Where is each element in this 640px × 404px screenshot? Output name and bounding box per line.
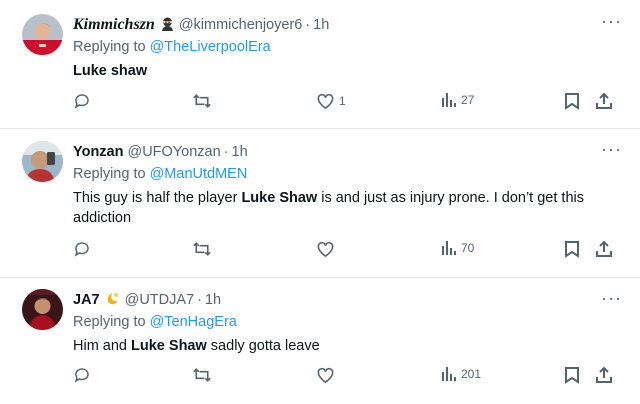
user-handle[interactable]: @UFOYonzan	[127, 144, 220, 160]
more-options-button[interactable]: ···	[601, 289, 622, 307]
tweet-actions: 201	[0, 366, 640, 388]
share-icon	[595, 240, 613, 258]
retweet-icon	[192, 366, 212, 384]
views-count: 201	[461, 367, 482, 381]
views-icon	[441, 366, 457, 382]
share-icon	[595, 92, 613, 110]
display-name[interactable]: Kimmichszn	[73, 16, 155, 34]
retweet-button[interactable]	[192, 366, 212, 384]
retweet-icon	[192, 92, 212, 110]
replying-mention-link[interactable]: @TenHagEra	[150, 314, 237, 330]
reply-icon	[73, 366, 91, 384]
star-emoji-icon	[105, 291, 121, 310]
replying-label: Replying to	[73, 314, 150, 330]
tweet-header: JA7 @UTDJA7 · 1h	[73, 290, 618, 310]
tweet-3: JA7 @UTDJA7 · 1h Replying to @TenHagEra …	[0, 277, 640, 404]
avatar[interactable]	[22, 14, 63, 55]
tweet-header: Yonzan @UFOYonzan · 1h	[73, 142, 618, 162]
text-segment: Him and	[73, 338, 132, 354]
views-icon	[441, 92, 457, 108]
reply-button[interactable]	[73, 240, 91, 258]
retweet-button[interactable]	[192, 92, 212, 110]
reply-icon	[73, 240, 91, 258]
replying-label: Replying to	[73, 166, 150, 182]
like-icon	[316, 240, 335, 258]
retweet-icon	[192, 240, 212, 258]
share-button[interactable]	[595, 366, 613, 384]
separator-dot: ·	[223, 144, 229, 160]
replying-mention-link[interactable]: @ManUtdMEN	[150, 166, 248, 182]
reply-icon	[73, 92, 91, 110]
views-icon	[441, 240, 457, 256]
bold-text: Luke Shaw	[241, 190, 318, 206]
tweet-actions: 70	[0, 240, 640, 262]
retweet-button[interactable]	[192, 240, 212, 258]
display-name[interactable]: JA7	[73, 292, 100, 308]
separator-dot: ·	[197, 292, 202, 308]
tweet-actions: 1 27	[0, 92, 640, 114]
display-name[interactable]: Yonzan	[73, 144, 123, 160]
bookmark-icon	[564, 240, 580, 258]
tweet-header: Kimmichszn @kimmichenjoyer6 · 1h	[73, 15, 618, 35]
like-button[interactable]	[316, 240, 339, 258]
tweet-2: Yonzan @UFOYonzan · 1h Replying to @ManU…	[0, 128, 640, 278]
user-handle[interactable]: @kimmichenjoyer6	[179, 17, 303, 33]
timestamp[interactable]: 1h	[205, 292, 221, 308]
reply-button[interactable]	[73, 92, 91, 110]
separator-dot: ·	[305, 17, 311, 33]
share-button[interactable]	[595, 240, 613, 258]
bookmark-button[interactable]	[564, 366, 580, 384]
reply-button[interactable]	[73, 366, 91, 384]
replying-mention-link[interactable]: @TheLiverpoolEra	[150, 39, 271, 55]
views-count: 27	[461, 93, 475, 107]
more-options-button[interactable]: ···	[601, 12, 622, 30]
replying-to: Replying to @TenHagEra	[73, 314, 618, 330]
text-segment: sadly gotta leave	[206, 338, 320, 354]
more-options-button[interactable]: ···	[601, 140, 622, 158]
share-button[interactable]	[595, 92, 613, 110]
avatar[interactable]	[22, 141, 63, 182]
like-count: 1	[339, 94, 346, 108]
timestamp[interactable]: 1h	[232, 144, 248, 160]
replying-to: Replying to @ManUtdMEN	[73, 166, 618, 182]
avatar[interactable]	[22, 289, 63, 330]
like-icon	[316, 92, 335, 110]
bookmark-button[interactable]	[564, 240, 580, 258]
replying-label: Replying to	[73, 39, 150, 55]
like-button[interactable]: 1	[316, 92, 346, 110]
like-icon	[316, 366, 335, 384]
bold-text: Luke Shaw	[131, 338, 207, 354]
tweet-text: Him and Luke Shaw sadly gotta leave	[73, 336, 618, 356]
views-count: 70	[461, 241, 475, 255]
share-icon	[595, 366, 613, 384]
ninja-emoji-icon	[160, 16, 175, 35]
bookmark-button[interactable]	[564, 92, 580, 110]
tweet-text: This guy is half the player Luke Shaw is…	[73, 188, 618, 228]
tweet-1: Kimmichszn @kimmichenjoyer6 · 1h Replyin…	[0, 0, 640, 129]
views-button[interactable]: 70	[441, 240, 474, 256]
bookmark-icon	[564, 92, 580, 110]
views-button[interactable]: 27	[441, 92, 474, 108]
text-segment: This guy is half the player	[73, 190, 242, 206]
replying-to: Replying to @TheLiverpoolEra	[73, 39, 618, 55]
timestamp[interactable]: 1h	[313, 17, 329, 33]
tweet-text: Luke shaw	[73, 61, 618, 81]
user-handle[interactable]: @UTDJA7	[125, 292, 195, 308]
bookmark-icon	[564, 366, 580, 384]
like-button[interactable]	[316, 366, 339, 384]
bold-text: Luke shaw	[73, 63, 148, 79]
views-button[interactable]: 201	[441, 366, 481, 382]
